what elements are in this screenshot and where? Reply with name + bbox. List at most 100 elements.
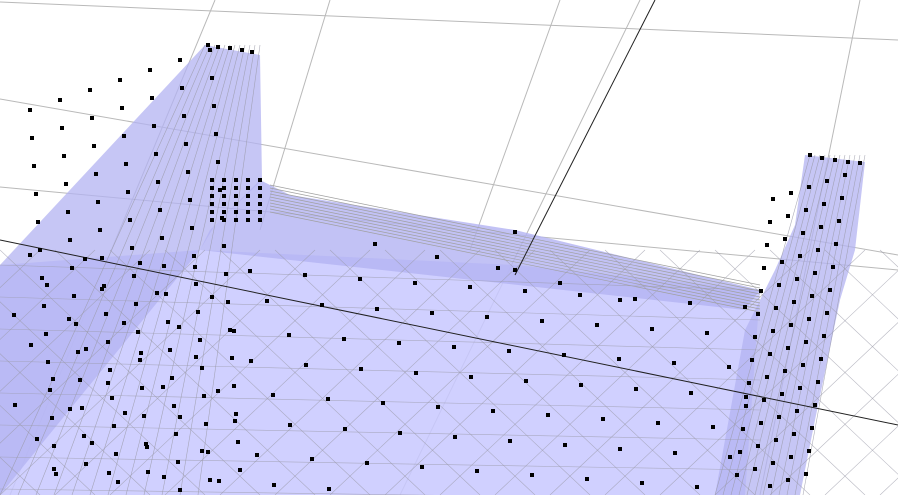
mesh-vertex xyxy=(246,202,250,206)
mesh-vertex xyxy=(287,333,291,337)
mesh-vertex xyxy=(193,265,197,269)
mesh-vertex xyxy=(142,414,146,418)
mesh-vertex xyxy=(162,264,166,268)
mesh-vertex xyxy=(765,243,769,247)
mesh-vertex xyxy=(310,457,314,461)
mesh-vertex xyxy=(124,162,128,166)
mesh-vertex xyxy=(228,328,232,332)
mesh-vertex xyxy=(248,269,252,273)
mesh-vertex xyxy=(64,182,68,186)
mesh-vertex xyxy=(210,295,214,299)
mesh-vertex xyxy=(72,294,76,298)
mesh-vertex xyxy=(67,317,71,321)
mesh-vertex xyxy=(90,116,94,120)
mesh-vertex xyxy=(68,407,72,411)
mesh-vertex xyxy=(126,190,130,194)
mesh-vertex xyxy=(222,178,226,182)
mesh-vertex xyxy=(36,220,40,224)
mesh-vertex xyxy=(414,371,418,375)
mesh-vertex xyxy=(232,384,236,388)
mesh-vertex xyxy=(774,306,778,310)
mesh-vertex xyxy=(246,178,250,182)
mesh-vertex xyxy=(858,161,862,165)
mesh-vertex xyxy=(29,343,33,347)
mesh-vertex xyxy=(130,246,134,250)
mesh-vertex xyxy=(743,305,747,309)
mesh-vertex xyxy=(808,153,812,157)
mesh-vertex xyxy=(397,341,401,345)
mesh-vertex xyxy=(741,427,745,431)
mesh-vertex xyxy=(222,218,226,222)
mesh-vertex xyxy=(194,282,198,286)
mesh-vertex xyxy=(673,451,677,455)
mesh-vertex xyxy=(650,327,654,331)
mesh-vertex xyxy=(146,470,150,474)
mesh-vertex xyxy=(831,265,835,269)
mesh-vertex xyxy=(617,357,621,361)
mesh-vertex xyxy=(513,268,517,272)
mesh-vertex xyxy=(578,293,582,297)
mesh-vertex xyxy=(38,248,42,252)
mesh-vertex xyxy=(507,349,511,353)
mesh-vertex xyxy=(83,257,87,261)
mesh-vertex xyxy=(816,380,820,384)
mesh-vertex xyxy=(118,78,122,82)
mesh-vertex xyxy=(100,256,104,260)
mesh-vertex xyxy=(753,467,757,471)
mesh-vertex xyxy=(711,425,715,429)
mesh-vertex xyxy=(50,416,54,420)
mesh-vertex xyxy=(44,332,48,336)
mesh-vertex xyxy=(238,468,242,472)
mesh-vertex xyxy=(112,424,116,428)
mesh-vertex xyxy=(182,114,186,118)
mesh-vertex xyxy=(786,346,790,350)
mesh-vertex xyxy=(807,185,811,189)
mesh-vertex xyxy=(152,124,156,128)
y-axis-line xyxy=(514,0,656,276)
mesh-vertex xyxy=(768,484,772,488)
mesh-vertex xyxy=(249,359,253,363)
mesh-vertex xyxy=(271,393,275,397)
mesh-vertex xyxy=(66,210,70,214)
mesh-vertex xyxy=(807,449,811,453)
mesh-vertex xyxy=(843,173,847,177)
3d-scene-canvas[interactable] xyxy=(0,0,898,495)
mesh-vertex xyxy=(246,194,250,198)
mesh-vertex xyxy=(62,154,66,158)
mesh-vertex xyxy=(155,291,159,295)
grid-line xyxy=(0,1,898,41)
mesh-vertex xyxy=(288,423,292,427)
mesh-vertex xyxy=(188,198,192,202)
mesh-vertex xyxy=(172,404,176,408)
mesh-vertex xyxy=(430,311,434,315)
mesh-vertex xyxy=(94,172,98,176)
mesh-vertex xyxy=(84,347,88,351)
mesh-vertex xyxy=(76,350,80,354)
mesh-vertex xyxy=(768,220,772,224)
mesh-vertex xyxy=(234,178,238,182)
mesh-vertex xyxy=(804,208,808,212)
mesh-vertex xyxy=(771,329,775,333)
mesh-vertex xyxy=(222,210,226,214)
mesh-vertex xyxy=(804,472,808,476)
mesh-vertex xyxy=(52,467,56,471)
mesh-vertex xyxy=(728,455,732,459)
mesh-vertex xyxy=(828,288,832,292)
mesh-vertex xyxy=(186,170,190,174)
mesh-vertex xyxy=(107,471,111,475)
mesh-vertex xyxy=(226,300,230,304)
mesh-vertex xyxy=(365,461,369,465)
mesh-vertex xyxy=(688,301,692,305)
mesh-vertex xyxy=(735,473,739,477)
mesh-vertex xyxy=(326,397,330,401)
mesh-vertex xyxy=(212,104,216,108)
mesh-vertex xyxy=(148,68,152,72)
mesh-vertex xyxy=(128,218,132,222)
mesh-vertex xyxy=(258,210,262,214)
mesh-vertex xyxy=(695,485,699,489)
mesh-vertex xyxy=(833,158,837,162)
3d-viewport[interactable] xyxy=(0,0,898,495)
mesh-vertex xyxy=(122,134,126,138)
mesh-vertex xyxy=(210,194,214,198)
mesh-vertex xyxy=(705,331,709,335)
